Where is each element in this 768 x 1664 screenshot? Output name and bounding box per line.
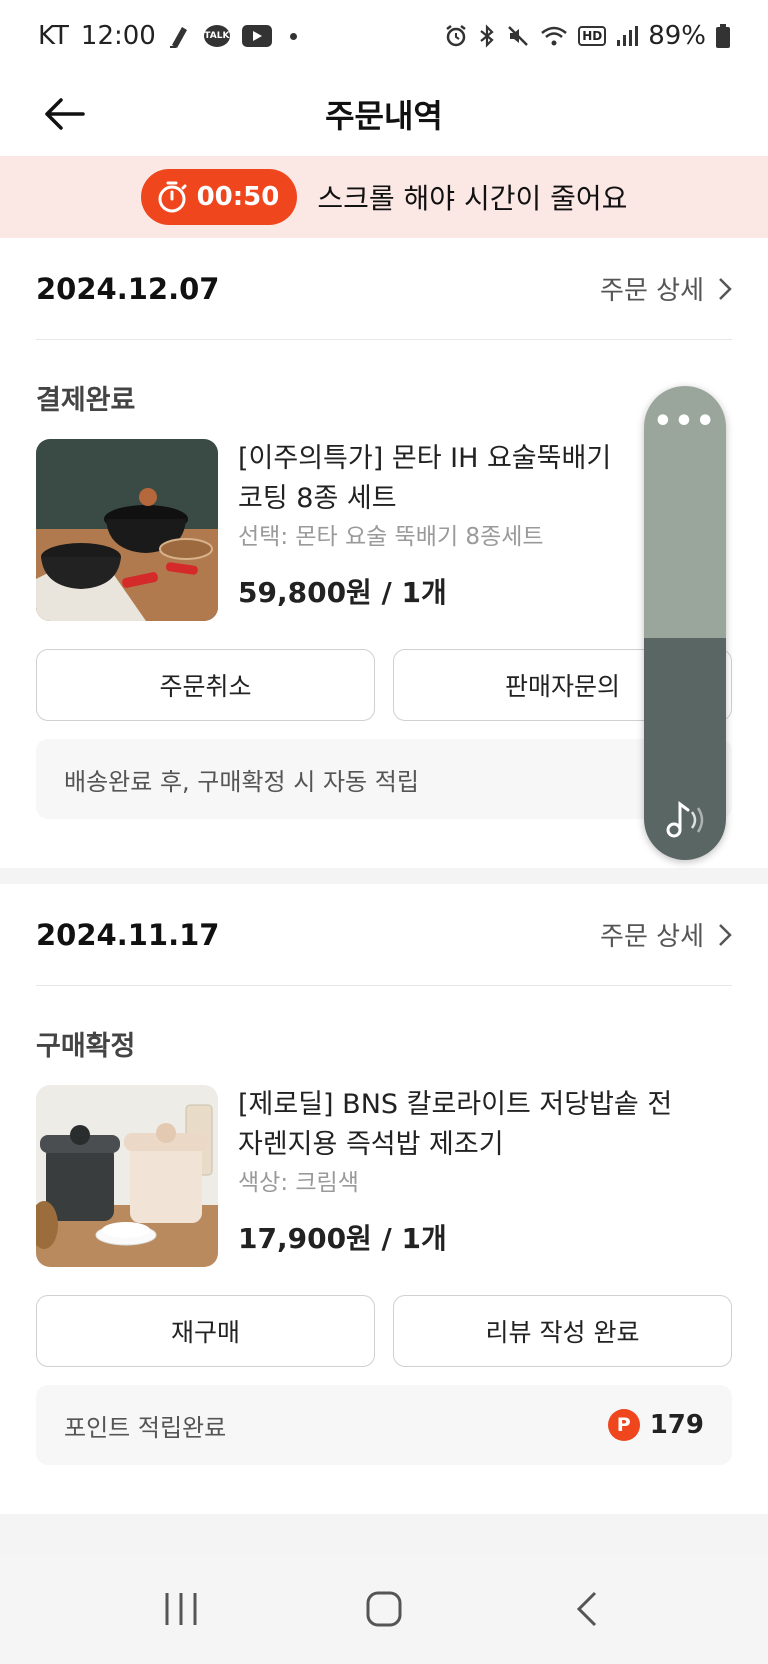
point-info: 포인트 적립완료 P 179 [36,1385,732,1465]
back-nav-button[interactable] [557,1579,617,1639]
order-header: 2024.11.17 주문 상세 [36,884,732,986]
signal-icon [616,25,639,47]
product-name: [제로딜] BNS 칼로라이트 저당밥솥 전 [238,1089,673,1120]
clock: 12:00 [80,21,156,51]
order-status: 결제완료 [36,385,136,416]
product-price: 17,900원 / 1개 [238,1222,447,1255]
reorder-button[interactable]: 재구매 [36,1295,375,1367]
section-divider [0,868,768,884]
order-detail-label: 주문 상세 [600,922,704,952]
kakaotalk-icon: TALK [203,25,230,47]
product-image[interactable] [36,439,218,621]
scroll-timer-banner: 00:50 스크롤 해야 시간이 줄어요 [0,156,768,238]
wifi-icon [540,24,568,48]
chevron-left-icon [576,1591,596,1627]
product-option: 색상: 크림색 [238,1170,359,1196]
notification-dot [289,32,297,40]
hd-icon: HD [578,26,607,46]
status-bar: KT 12:00 TALK HD 89% [0,0,768,72]
battery-icon [716,24,730,48]
product-item[interactable]: [제로딜] BNS 칼로라이트 저당밥솥 전 자렌지용 즉석밥 제조기 색상: … [36,1085,732,1267]
point-icon: P [607,1409,640,1441]
music-note-icon[interactable] [662,796,708,842]
app-header: 주문내역 [0,72,768,156]
status-left: KT 12:00 TALK [38,21,297,51]
point-text: 포인트 적립완료 [64,1413,227,1442]
back-button[interactable] [40,90,88,138]
system-nav-bar [0,1554,768,1664]
order-date: 2024.12.07 [36,271,220,306]
point-info: 배송완료 후, 구매확정 시 자동 적립 P 1 [36,739,732,819]
home-button[interactable] [354,1579,414,1639]
order-detail-label: 주문 상세 [600,276,704,306]
point-text: 배송완료 후, 구매확정 시 자동 적립 [64,767,419,796]
timer-message: 스크롤 해야 시간이 줄어요 [317,182,628,215]
battery-percent: 89% [648,21,706,51]
more-icon[interactable]: ••• [653,407,717,638]
review-done-button[interactable]: 리뷰 작성 완료 [393,1295,732,1367]
recent-apps-button[interactable] [151,1579,211,1639]
chevron-right-icon [719,277,732,300]
order-actions: 주문취소 판매자문의 [36,649,732,721]
order-card: 2024.11.17 주문 상세 구매확정 [제로딜] BNS 칼로라이트 저당… [0,884,768,1514]
chevron-right-icon [719,923,732,946]
arrow-left-icon [45,98,85,130]
order-status: 구매확정 [36,1031,136,1062]
product-info: [제로딜] BNS 칼로라이트 저당밥솥 전 자렌지용 즉석밥 제조기 색상: … [238,1085,732,1267]
order-header: 2024.12.07 주문 상세 [36,238,732,340]
widget-top: ••• [644,386,726,638]
mute-icon [506,24,530,48]
point-value: 179 [649,1410,704,1440]
point-amount: P 179 [607,1409,704,1441]
home-icon [366,1591,402,1627]
pen-icon [168,23,192,49]
carrier-label: KT [38,21,69,51]
page-title: 주문내역 [325,97,443,135]
timer-pill: 00:50 [140,169,298,225]
product-item[interactable]: [이주의특가] 몬타 IH 요술뚝배기 코팅 8종 세트 선택: 몬타 요술 뚝… [36,439,732,621]
status-right: HD 89% [444,21,730,51]
alarm-icon [444,24,468,48]
product-name-line2: 자렌지용 즉석밥 제조기 [238,1129,504,1160]
floating-music-widget[interactable]: ••• [644,386,726,860]
widget-bottom [644,638,726,860]
section-divider [0,1514,768,1554]
youtube-icon [241,25,272,47]
cancel-order-button[interactable]: 주문취소 [36,649,375,721]
product-image[interactable] [36,1085,218,1267]
timer-value: 00:50 [196,182,280,212]
stopwatch-icon [158,181,187,213]
order-detail-link[interactable]: 주문 상세 [600,916,732,953]
order-date: 2024.11.17 [36,917,220,952]
recent-apps-icon [165,1593,197,1625]
order-actions: 재구매 리뷰 작성 완료 [36,1295,732,1367]
order-detail-link[interactable]: 주문 상세 [600,270,732,307]
bluetooth-icon [478,24,496,48]
